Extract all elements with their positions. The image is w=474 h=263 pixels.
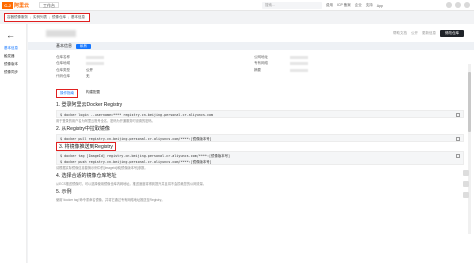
step-title: 4. 选择合适的镜像仓库地址 [56, 173, 117, 179]
sidebar-item-basic-info[interactable]: 基本信息 [4, 44, 18, 52]
step-note: 用于登录的用户名为阿里云账号全名，密码为开通服务时设置的密码。 [56, 119, 155, 123]
top-link-fee[interactable]: 费用 [326, 3, 333, 8]
info-value-redacted [86, 55, 104, 59]
info-row: 摘要 [254, 67, 340, 74]
sidebar-item-trigger[interactable]: 触发器 [4, 52, 18, 60]
step-title: 1. 登录阿里云Docker Registry [56, 102, 123, 108]
sidebar-item-image-version[interactable]: 镜像版本 [4, 60, 18, 68]
info-label: 摘要 [254, 67, 261, 72]
top-links: 费用 ICP 备案 企业 支持 App [326, 0, 383, 11]
repo-type-badge: 私有 [76, 43, 91, 49]
logo-mark: C-J [2, 1, 13, 9]
aliyun-logo[interactable]: C-J 阿里云 [2, 1, 29, 10]
main-content: 帮助文档 公开 更新信息 修改仓库 基本信息 私有 仓库名称 仓库地域 仓库类型… [28, 24, 474, 263]
basic-info-header: 基本信息 私有 [28, 42, 474, 50]
page-actions: 帮助文档 公开 更新信息 修改仓库 [393, 30, 464, 37]
info-label: 仓库地域 [56, 61, 70, 66]
back-arrow-icon[interactable]: ← [6, 30, 15, 40]
step-title-highlighted: 3. 将镜像推送到Registry [56, 142, 116, 151]
step-note: 使用"docker tag"命令重命名镜像，并将它通过专有网络地址推送至Regi… [56, 198, 165, 202]
step-title: 5. 示例 [56, 189, 72, 195]
tab-guide[interactable]: 操作指南 [56, 89, 78, 98]
help-doc-link[interactable]: 帮助文档 [393, 31, 407, 36]
tab-bar: 操作指南 构建配置 [56, 89, 103, 98]
top-icons [446, 2, 470, 8]
breadcrumb: 容器镜像服务 / 实例列表 / 镜像仓库 / 基本信息 [4, 13, 90, 22]
breadcrumb-separator: / [67, 15, 69, 20]
tab-build-config[interactable]: 构建配置 [83, 89, 103, 98]
code-block: $ docker login --username=**** registry.… [56, 110, 464, 118]
basic-info-right: 公网地址 专有网络 摘要 [254, 54, 340, 74]
scrollbar-thumb[interactable] [468, 72, 471, 132]
breadcrumb-item[interactable]: 容器镜像服务 [7, 15, 28, 20]
breadcrumb-item[interactable]: 镜像仓库 [52, 15, 66, 20]
back-to-top-icon[interactable] [463, 192, 469, 198]
info-value-redacted [86, 62, 104, 66]
code-text: $ docker pull registry.cn-beijing.person… [60, 137, 212, 141]
top-link-support[interactable]: 支持 [366, 3, 373, 8]
top-navbar: C-J 阿里云 工作台 搜索... 费用 ICP 备案 企业 支持 App [0, 0, 474, 11]
floating-toolbar [463, 170, 469, 198]
breadcrumb-separator: / [30, 15, 31, 20]
avatar[interactable] [464, 2, 470, 8]
step-title: 2. 从Registry中拉取镜像 [56, 126, 110, 132]
top-link-icp[interactable]: ICP 备案 [337, 3, 351, 8]
public-link[interactable]: 公开 [411, 31, 418, 36]
operation-guide: 1. 登录阿里云Docker Registry $ docker login -… [56, 101, 464, 204]
info-row: 代码仓库 无 [56, 74, 136, 81]
step-note: 从ECS推送镜像时，可以选择使用镜像仓库内网地址。推送速度将得到提升并且将不会损… [56, 182, 206, 186]
info-label: 仓库名称 [56, 54, 70, 59]
basic-info-title: 基本信息 [56, 43, 72, 48]
sidebar-menu: 基本信息 触发器 镜像版本 镜像同步 [4, 44, 18, 76]
scrollbar[interactable] [468, 64, 471, 234]
step-note: 请根据实际镜像信息替换示例中的[ImageId]和[镜像版本号]参数。 [56, 166, 148, 170]
copy-icon[interactable] [456, 113, 460, 117]
copy-icon[interactable] [456, 137, 460, 141]
update-info-link[interactable]: 更新信息 [422, 31, 436, 36]
info-value-redacted [290, 62, 308, 66]
copy-icon[interactable] [456, 154, 460, 158]
top-link-enterprise[interactable]: 企业 [355, 3, 362, 8]
info-value-redacted [290, 68, 308, 72]
workbench-button[interactable]: 工作台 [39, 2, 60, 8]
code-text: $ docker push registry.cn-beijing.person… [60, 160, 212, 164]
info-value: 无 [86, 74, 90, 79]
code-text: $ docker login --username=**** registry.… [60, 113, 214, 117]
feedback-icon[interactable] [463, 170, 469, 176]
modify-repo-button[interactable]: 修改仓库 [440, 30, 464, 37]
top-link-app[interactable]: App [377, 4, 383, 8]
info-row: 仓库类型 公开 [56, 67, 136, 74]
cart-icon[interactable] [455, 2, 461, 8]
code-block: $ docker tag [ImageId] registry.cn-beiji… [56, 151, 464, 165]
info-label: 专有网络 [254, 61, 268, 66]
page-title-redacted [46, 30, 76, 37]
info-value: 公开 [86, 67, 93, 72]
basic-info-left: 仓库名称 仓库地域 仓库类型 公开 代码仓库 无 [56, 54, 136, 80]
info-label: 公网地址 [254, 54, 268, 59]
code-block: $ docker pull registry.cn-beijing.person… [56, 134, 464, 142]
info-label: 代码仓库 [56, 74, 70, 79]
logo-text: 阿里云 [14, 2, 30, 9]
breadcrumb-item[interactable]: 实例列表 [33, 15, 47, 20]
top-search-input[interactable]: 搜索... [262, 2, 322, 9]
chat-icon[interactable] [463, 181, 469, 187]
sidebar-item-image-sync[interactable]: 镜像同步 [4, 68, 18, 76]
message-icon[interactable] [446, 2, 452, 8]
info-value-redacted [290, 55, 308, 59]
breadcrumb-separator: / [48, 15, 50, 20]
info-label: 仓库类型 [56, 67, 70, 72]
breadcrumb-item-current: 基本信息 [70, 15, 85, 19]
